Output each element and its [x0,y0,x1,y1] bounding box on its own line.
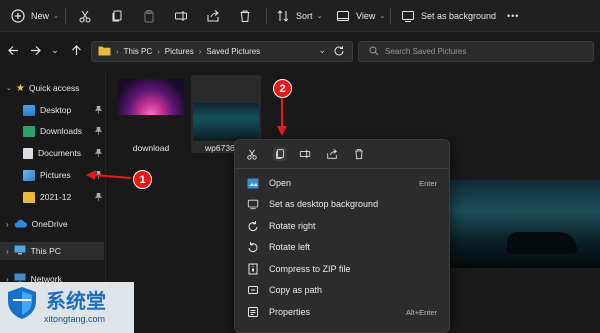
watermark-title: 系统堂 [46,289,106,313]
annotation-arrowhead-1 [86,170,96,180]
annotation-arrow-1 [92,174,132,179]
annotation-badge-2: 2 [273,79,292,98]
watermark-url: xitongtang.com [44,314,106,324]
annotation-arrowhead-2 [277,126,287,136]
shield-logo-icon [8,287,36,319]
watermark: 系统堂 xitongtang.com [0,282,134,333]
annotation-badge-1: 1 [133,170,152,189]
